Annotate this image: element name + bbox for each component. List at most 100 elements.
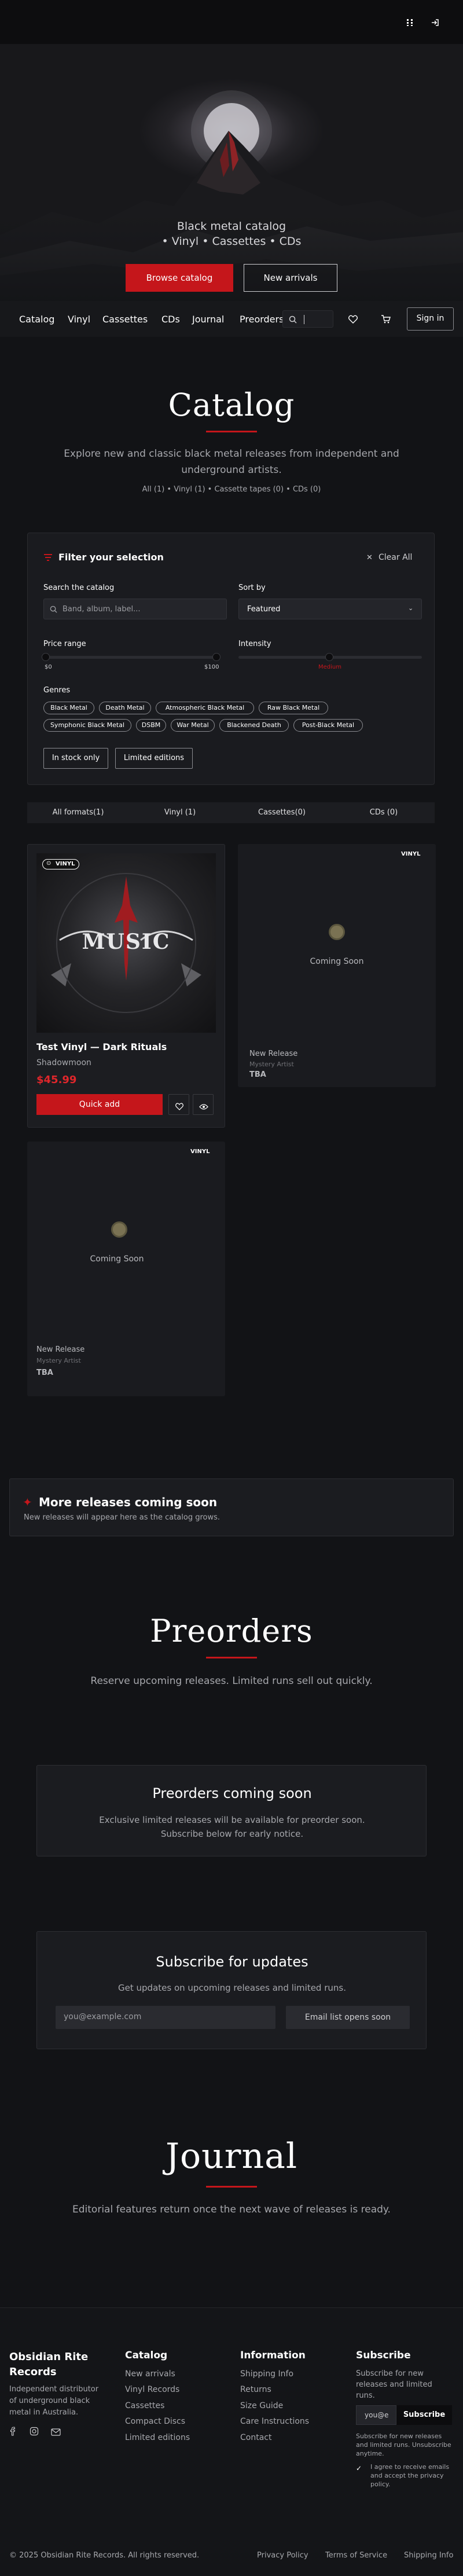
heart-icon[interactable] — [348, 315, 358, 326]
placeholder-artist: Mystery Artist — [249, 1061, 294, 1068]
hero-tagline-line2: • Vinyl • Cassettes • CDs — [161, 235, 302, 248]
genres-label: Genres — [43, 686, 71, 695]
journal-title-rule — [206, 2186, 257, 2188]
filter-icon — [43, 553, 53, 564]
instagram-icon[interactable] — [30, 2427, 39, 2438]
browse-catalog-button[interactable]: Browse catalog — [126, 264, 233, 292]
placeholder-price: TBA — [249, 1070, 266, 1079]
filter-panel: Filter your selection ✕ Clear All Search… — [27, 533, 435, 785]
quick-view-button[interactable] — [193, 1094, 214, 1115]
product-card[interactable]: MUSIC ⊙ VINYL Test Vinyl — Dark Rituals … — [27, 844, 225, 1128]
nav-item-journal[interactable]: Journal — [192, 314, 224, 325]
footer-brand-text: Independent distributor of underground b… — [9, 2385, 99, 2417]
placeholder-title: New Release — [249, 1050, 298, 1058]
genre-chip[interactable]: Post-Black Metal — [293, 719, 363, 732]
sign-in-button[interactable]: Sign in — [407, 307, 454, 331]
email-icon[interactable] — [51, 2427, 61, 2438]
top-bar — [0, 0, 463, 44]
genre-chip[interactable]: Blackened Death — [219, 719, 289, 732]
checkmark-icon[interactable]: ✓ — [356, 2464, 362, 2472]
album-cover: MUSIC ⊙ VINYL — [36, 853, 216, 1033]
intensity-slider[interactable] — [238, 653, 422, 661]
nav-item-vinyl[interactable]: Vinyl — [68, 314, 90, 325]
tab-vinyl[interactable]: Vinyl (1) — [129, 802, 231, 823]
tab-cassettes[interactable]: Cassettes(0) — [231, 802, 333, 823]
hero-banner: Black metal catalog • Vinyl • Cassettes … — [0, 44, 463, 304]
catalog-title: Catalog — [168, 387, 295, 423]
footer-link[interactable]: Returns — [240, 2385, 271, 2394]
facebook-icon[interactable] — [9, 2427, 17, 2438]
vinyl-badge: VINYL — [401, 851, 421, 857]
footer-subscribe-button[interactable]: Subscribe — [396, 2405, 452, 2425]
subscribe-submit-button[interactable]: Email list opens soon — [286, 2006, 410, 2029]
nav-item-cds[interactable]: CDs — [161, 314, 180, 325]
genre-chip[interactable]: War Metal — [171, 719, 215, 732]
coming-soon-coin-icon — [111, 1221, 127, 1238]
journal-title: Journal — [165, 2136, 298, 2177]
subscribe-placeholder: you@example.com — [64, 2012, 142, 2021]
wishlist-button[interactable] — [168, 1094, 189, 1115]
menu-grid-icon[interactable] — [406, 19, 414, 27]
footer-link[interactable]: New arrivals — [125, 2369, 175, 2379]
placeholder-card: VINYL Coming Soon New Release Mystery Ar… — [27, 1142, 225, 1396]
footer-bottom-link[interactable]: Terms of Service — [325, 2551, 387, 2560]
footer-link[interactable]: Care Instructions — [240, 2417, 309, 2426]
tab-all-formats[interactable]: All formats(1) — [27, 802, 129, 823]
format-tabs: All formats(1) Vinyl (1) Cassettes(0) CD… — [27, 802, 435, 823]
sort-select[interactable]: Featured ⌄ — [238, 599, 422, 619]
footer-subscribe-note: Subscribe for new releases and limited r… — [356, 2432, 451, 2457]
nav-search-input[interactable] — [282, 310, 333, 328]
cart-icon[interactable] — [381, 315, 391, 326]
footer-bottom-link[interactable]: Privacy Policy — [257, 2551, 308, 2560]
genre-chip[interactable]: Atmospheric Black Metal — [156, 702, 254, 714]
main-nav: Catalog Vinyl Cassettes CDs Journal Preo… — [0, 301, 463, 337]
footer-brand: Obsidian Rite Records — [9, 2351, 89, 2378]
footer-link[interactable]: Vinyl Records — [125, 2385, 179, 2394]
footer: Obsidian Rite Records Independent distri… — [0, 2307, 463, 2576]
genre-chip[interactable]: Raw Black Metal — [259, 702, 328, 714]
more-releases-text: New releases will appear here as the cat… — [24, 1513, 221, 1522]
footer-link[interactable]: Limited editions — [125, 2433, 190, 2442]
genre-chip[interactable]: DSBM — [136, 719, 166, 732]
product-title[interactable]: Test Vinyl — Dark Rituals — [36, 1041, 167, 1052]
limited-editions-toggle[interactable]: Limited editions — [115, 748, 193, 769]
preorders-box-text: Exclusive limited releases will be avail… — [99, 1815, 365, 1839]
quick-add-button[interactable]: Quick add — [36, 1094, 163, 1115]
genre-chip[interactable]: Symphonic Black Metal — [43, 719, 131, 732]
nav-item-preorders[interactable]: Preorders — [240, 314, 284, 325]
new-arrivals-button[interactable]: New arrivals — [244, 264, 337, 292]
eye-icon — [199, 1102, 208, 1113]
catalog-counts: All (1) • Vinyl (1) • Cassette tapes (0)… — [142, 485, 321, 494]
footer-link[interactable]: Contact — [240, 2433, 271, 2442]
price-max-handle[interactable] — [212, 653, 221, 661]
preorders-box-title: Preorders coming soon — [152, 1785, 312, 1801]
price-min-value: $0 — [45, 664, 52, 670]
close-icon[interactable]: ✕ — [366, 553, 373, 562]
intensity-handle[interactable] — [325, 653, 333, 661]
genre-chip[interactable]: Black Metal — [43, 702, 94, 714]
in-stock-toggle[interactable]: In stock only — [43, 748, 108, 769]
tab-cds[interactable]: CDs (0) — [333, 802, 435, 823]
footer-link[interactable]: Compact Discs — [125, 2417, 185, 2426]
nav-item-cassettes[interactable]: Cassettes — [102, 314, 148, 325]
price-min-handle[interactable] — [42, 653, 50, 661]
sign-in-icon[interactable] — [431, 19, 439, 27]
search-placeholder: Band, album, label... — [63, 605, 141, 614]
footer-bottom-link[interactable]: Shipping Info — [404, 2551, 453, 2560]
clear-all-button[interactable]: Clear All — [379, 553, 412, 562]
sparkle-icon: ✦ — [23, 1495, 32, 1509]
footer-link[interactable]: Cassettes — [125, 2401, 164, 2410]
nav-item-catalog[interactable]: Catalog — [19, 314, 54, 325]
footer-link[interactable]: Size Guide — [240, 2401, 283, 2410]
footer-catalog-heading: Catalog — [125, 2350, 168, 2361]
catalog-search-input[interactable]: Band, album, label... — [43, 599, 227, 619]
price-slider[interactable] — [42, 653, 221, 661]
genre-chip[interactable]: Death Metal — [99, 702, 151, 714]
subscribe-email-input[interactable]: you@example.com — [56, 2006, 275, 2029]
search-label: Search the catalog — [43, 584, 115, 592]
footer-email-input[interactable]: you@e — [356, 2405, 396, 2425]
vinyl-badge-text: VINYL — [56, 861, 75, 867]
heart-icon — [175, 1102, 183, 1113]
preorders-box: Preorders coming soon Exclusive limited … — [36, 1765, 427, 1856]
footer-link[interactable]: Shipping Info — [240, 2369, 293, 2379]
